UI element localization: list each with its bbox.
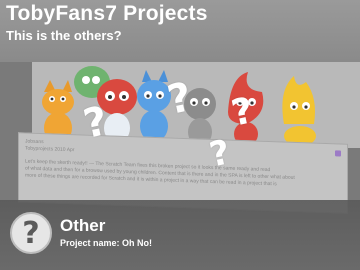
header-bar: TobyFans7 Projects This is the others? xyxy=(0,0,360,62)
page-subtitle: This is the others? xyxy=(6,28,122,43)
info-title: Other xyxy=(60,216,106,235)
badge-icon xyxy=(335,150,341,157)
project-info-bar xyxy=(0,200,360,270)
page-title: TobyFans7 Projects xyxy=(6,2,208,25)
yellow-character-icon xyxy=(282,76,316,146)
question-circle-icon: ? xyxy=(10,212,52,254)
project-name-label: Project name: Oh No! xyxy=(60,238,153,248)
